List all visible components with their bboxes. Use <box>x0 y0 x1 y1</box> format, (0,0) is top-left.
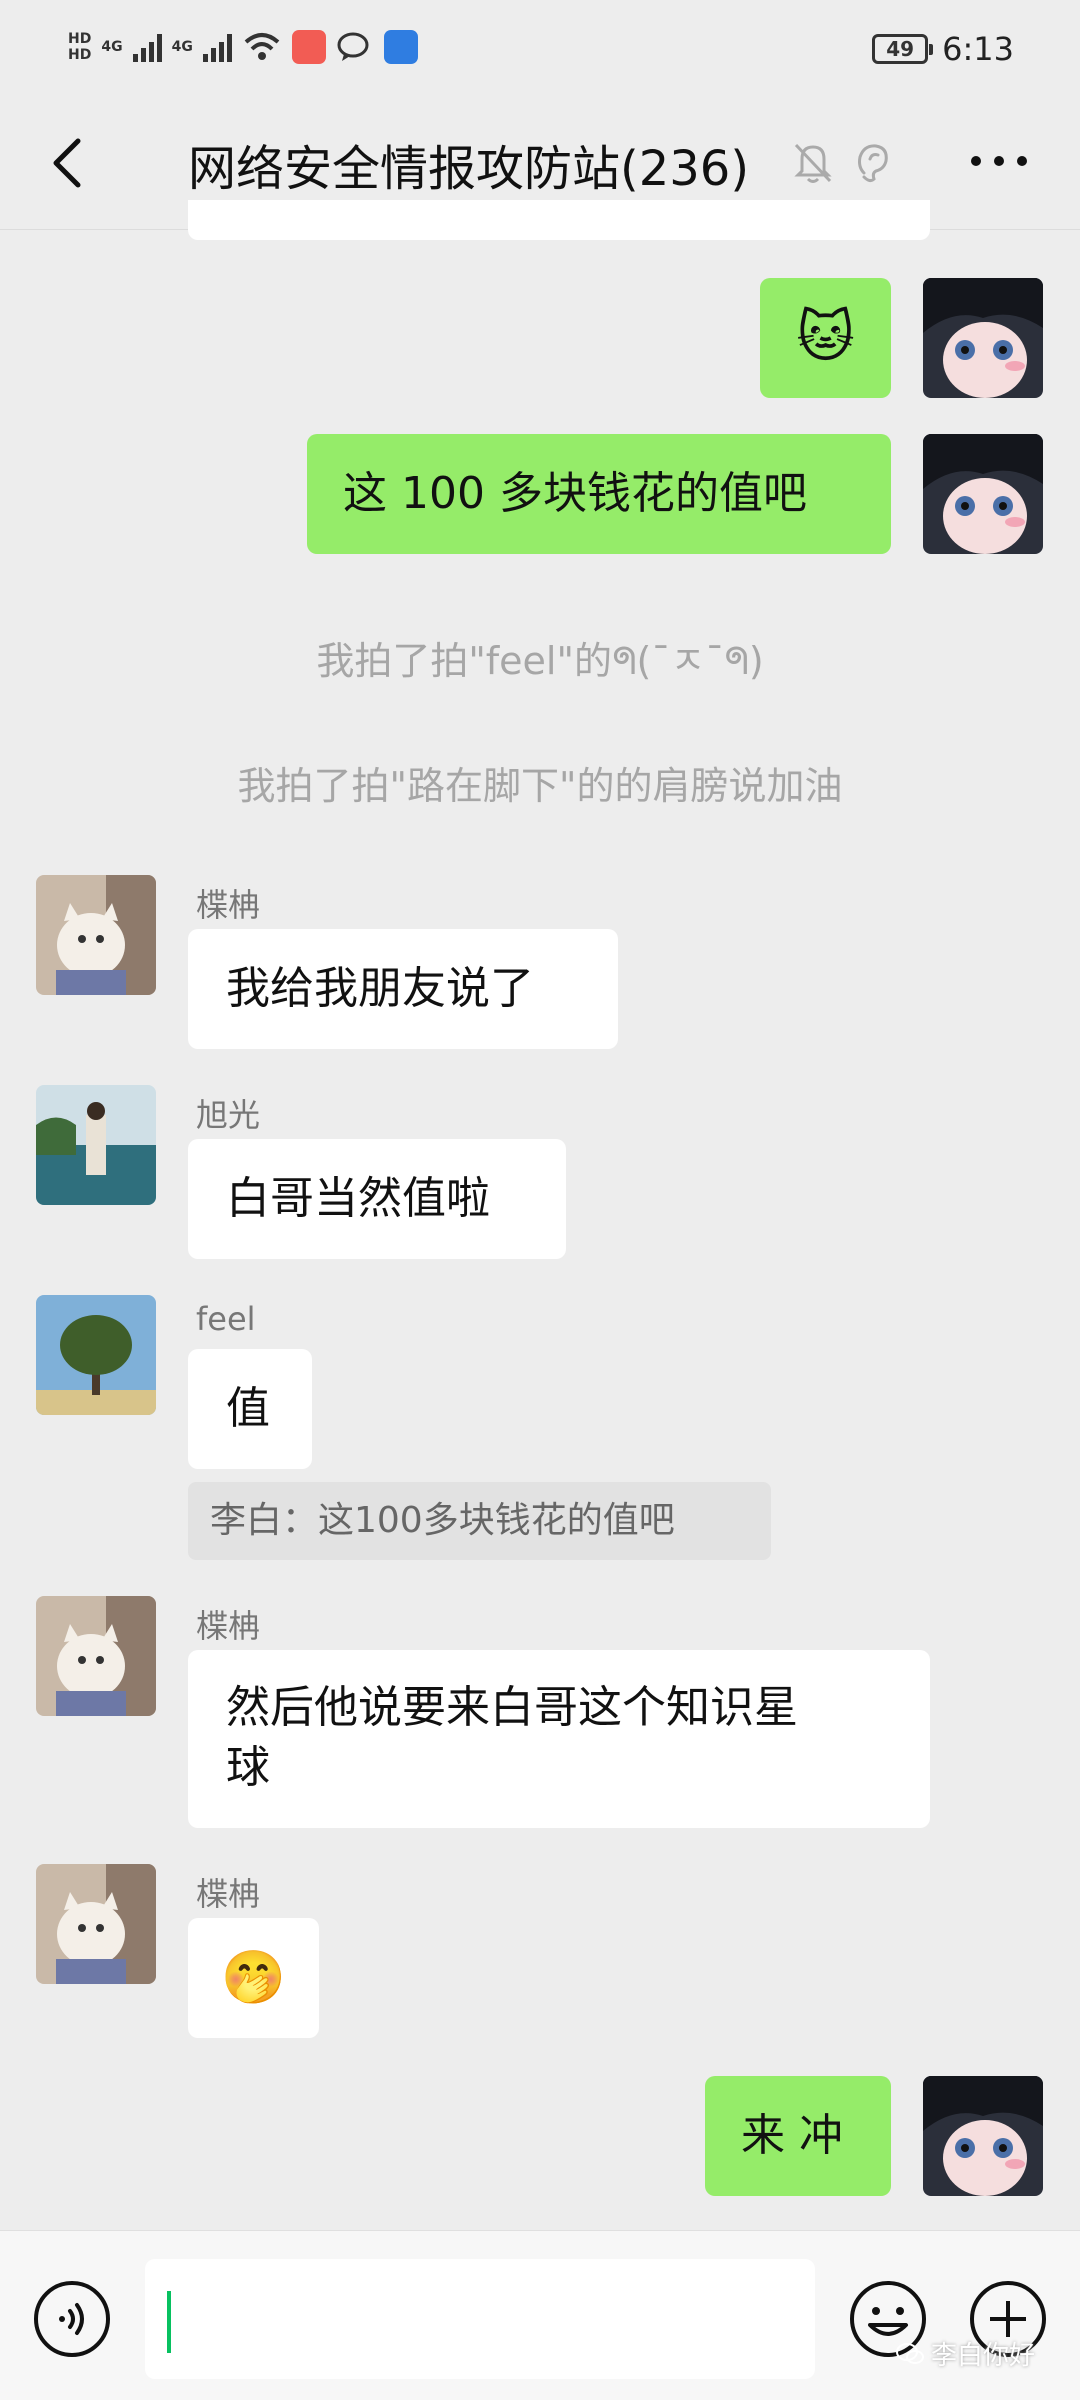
app-cursor-icon <box>383 30 418 64</box>
doge-emoji: 🐱 <box>796 305 855 370</box>
input-bar <box>0 2230 1080 2400</box>
system-pat-message: 我拍了拍"路在脚下"的的肩膀说加油 <box>237 764 843 808</box>
network-type-2: 4G <box>171 39 193 55</box>
mute-bell-icon <box>794 143 832 183</box>
text-caret <box>167 2291 171 2353</box>
sender-nickname: 楪柟 <box>196 1875 261 1913</box>
beach-avatar-icon <box>36 1085 156 1205</box>
message-bubble-other[interactable]: 值 <box>188 1349 312 1469</box>
message-bubble-mine[interactable]: 🐱 <box>760 278 891 398</box>
more-options-icon[interactable] <box>964 133 1034 189</box>
avatar-self[interactable] <box>923 278 1043 398</box>
ear-icon <box>858 144 888 183</box>
tree-avatar-icon <box>36 1295 156 1415</box>
message-bubble-mine[interactable]: 来 冲 <box>705 2076 891 2196</box>
cat-avatar-icon <box>36 1596 156 1716</box>
message-bubble-mine[interactable]: 这 100 多块钱花的值吧 <box>307 434 891 554</box>
anime-avatar-icon <box>923 434 1043 554</box>
avatar-user[interactable] <box>36 875 156 995</box>
wechat-logo-icon <box>896 2342 924 2364</box>
message-input[interactable] <box>145 2259 815 2379</box>
avatar-self[interactable] <box>923 2076 1043 2196</box>
signal-icon-2 <box>202 32 232 62</box>
sender-nickname: 旭光 <box>196 1096 261 1134</box>
sender-nickname: 楪柟 <box>196 886 261 924</box>
status-time: 6:13 <box>942 30 1014 68</box>
cat-avatar-icon <box>36 1864 156 1984</box>
battery-icon: 49 <box>872 34 934 64</box>
voice-toggle-icon[interactable] <box>32 2279 112 2359</box>
covering-mouth-emoji: 🤭 <box>221 1948 286 2008</box>
anime-avatar-icon <box>923 278 1043 398</box>
back-arrow-icon[interactable] <box>40 133 100 193</box>
sender-nickname: feel <box>196 1300 256 1338</box>
sender-nickname: 楪柟 <box>196 1607 261 1645</box>
chat-title: 网络安全情报攻防站(236) <box>188 141 750 197</box>
chat-bubble-icon <box>337 32 369 61</box>
wifi-icon <box>244 33 280 60</box>
message-bubble-partial <box>188 200 930 240</box>
message-bubble-other[interactable]: 我给我朋友说了 <box>188 929 618 1049</box>
signal-icon-1 <box>132 32 162 62</box>
anime-avatar-icon <box>923 2076 1043 2196</box>
message-bubble-other[interactable]: 白哥当然值啦 <box>188 1139 566 1259</box>
app-notification-icon <box>291 30 326 64</box>
watermark: 李白你好 <box>895 2335 1035 2372</box>
status-bar: HD HD 4G 4G 49 6:13 <box>0 0 1080 105</box>
avatar-user[interactable] <box>36 1295 156 1415</box>
avatar-user[interactable] <box>36 1864 156 1984</box>
network-type-1: 4G <box>101 39 123 55</box>
message-bubble-other[interactable]: 然后他说要来白哥这个知识星 球 <box>188 1650 930 1828</box>
avatar-user[interactable] <box>36 1596 156 1716</box>
hd-indicator: HD HD <box>68 31 92 63</box>
cat-avatar-icon <box>36 875 156 995</box>
avatar-self[interactable] <box>923 434 1043 554</box>
message-bubble-other[interactable]: 🤭 <box>188 1918 319 2038</box>
avatar-user[interactable] <box>36 1085 156 1205</box>
quoted-message[interactable]: 李白：这100多块钱花的值吧 <box>188 1482 771 1560</box>
system-pat-message: 我拍了拍"feel"的ᖗ(¯ㅈ¯ᖗ) <box>316 639 764 683</box>
